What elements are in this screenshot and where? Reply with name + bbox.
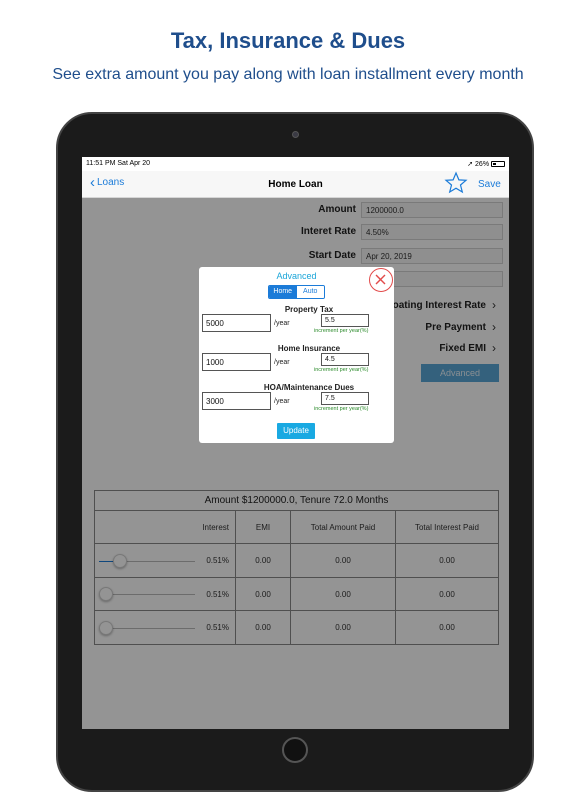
advanced-dialog: Advanced Home Auto Property Tax 5000 /ye… xyxy=(199,267,394,443)
battery-icon xyxy=(491,161,505,168)
home-insurance-input[interactable]: 1000 xyxy=(202,353,271,371)
segment-auto[interactable]: Auto xyxy=(296,286,324,298)
promo-headline: Tax, Insurance & Dues xyxy=(170,28,406,53)
navigation-bar: ‹ Loans Home Loan Save xyxy=(82,171,509,198)
dialog-title: Advanced xyxy=(276,271,317,281)
segment-home[interactable]: Home xyxy=(269,286,297,298)
status-right: ➚ 26% xyxy=(467,160,505,168)
promo-subline: See extra amount you pay along with loan… xyxy=(52,66,524,83)
hoa-input[interactable]: 3000 xyxy=(202,392,271,410)
home-insurance-increment-input[interactable]: 4.5 xyxy=(321,353,369,366)
location-icon: ➚ xyxy=(467,161,474,168)
hoa-hint: increment per year(%) xyxy=(314,406,369,412)
battery-percent: 26% xyxy=(475,161,490,168)
home-insurance-hint: increment per year(%) xyxy=(314,367,369,373)
app-screen: 11:51 PM Sat Apr 20 ➚ 26% ‹ Loans Home L… xyxy=(82,157,509,729)
hoa-label: HOA/Maintenance Dues xyxy=(263,383,355,392)
property-tax-increment-input[interactable]: 5.5 xyxy=(321,314,369,327)
close-icon xyxy=(375,274,386,285)
property-tax-unit: /year xyxy=(274,320,290,327)
home-insurance-label: Home Insurance xyxy=(277,344,341,353)
home-insurance-unit: /year xyxy=(274,359,290,366)
property-tax-hint: increment per year(%) xyxy=(314,328,369,334)
close-button[interactable] xyxy=(369,268,393,292)
hoa-increment-input[interactable]: 7.5 xyxy=(321,392,369,405)
back-button[interactable]: ‹ Loans xyxy=(90,173,125,191)
property-tax-label: Property Tax xyxy=(284,305,334,314)
property-tax-input[interactable]: 5000 xyxy=(202,314,271,332)
status-bar: 11:51 PM Sat Apr 20 ➚ 26% xyxy=(82,157,509,171)
camera-dot xyxy=(292,131,299,138)
hoa-unit: /year xyxy=(274,398,290,405)
home-hardware-button[interactable] xyxy=(282,737,308,763)
chevron-left-icon: ‹ xyxy=(90,173,95,191)
status-time: 11:51 PM Sat Apr 20 xyxy=(86,160,151,167)
save-button[interactable]: Save xyxy=(478,179,501,190)
favorite-star-icon[interactable] xyxy=(444,171,468,200)
update-button[interactable]: Update xyxy=(277,423,315,439)
loan-type-segmented-control: Home Auto xyxy=(268,285,325,299)
back-label: Loans xyxy=(97,177,125,188)
